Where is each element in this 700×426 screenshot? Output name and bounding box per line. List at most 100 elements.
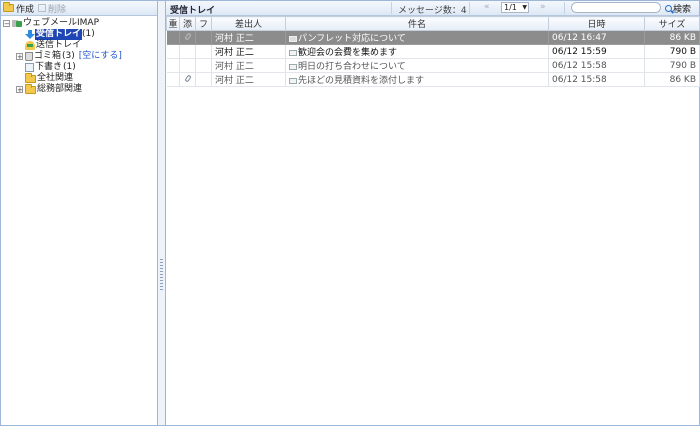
- subject-text: 先ほどの見積資料を添付します: [298, 76, 425, 86]
- folder-tree: − ウェブメールIMAP 受信トレイ (1) 送信トレイ + ゴミ箱 (3) […: [3, 18, 155, 95]
- flag-cell[interactable]: [195, 44, 212, 59]
- left-toolbar: 作成 削除: [1, 1, 157, 16]
- folder-title: 受信トレイ: [170, 6, 216, 16]
- tree-item-folder2-label: 総務部関連: [37, 84, 83, 94]
- column-sender[interactable]: 差出人: [211, 16, 286, 31]
- attachment-cell: [179, 44, 196, 59]
- compose-label: 作成: [16, 4, 35, 15]
- message-row[interactable]: 河村 正二 歓迎会の会費を集めます 06/12 15:59 790 B: [166, 44, 700, 59]
- message-list-header: 重 添 フ 差出人 件名 日時 サイズ: [166, 16, 700, 31]
- chevron-down-icon: ▼: [522, 4, 527, 11]
- search-button[interactable]: 検索: [665, 2, 691, 15]
- tree-item-trash[interactable]: + ゴミ箱 (3) [空にする]: [3, 51, 155, 62]
- column-flag[interactable]: フ: [195, 16, 212, 31]
- envelope-icon: [289, 36, 297, 42]
- page-select-value: 1/1: [504, 3, 517, 12]
- message-row[interactable]: 河村 正二 先ほどの見積資料を添付します 06/12 15:58 86 KB: [166, 72, 700, 87]
- tree-item-sent[interactable]: 送信トレイ: [3, 40, 155, 51]
- envelope-icon: [289, 64, 297, 70]
- message-list: 重 添 フ 差出人 件名 日時 サイズ 河村 正二 パンフレット対応について 0…: [166, 16, 700, 87]
- compose-icon: [3, 2, 14, 12]
- toolbar-separator: [469, 2, 470, 14]
- subject-text: 歓迎会の会費を集めます: [298, 48, 398, 58]
- date-cell: 06/12 15:58: [548, 58, 645, 73]
- attachment-cell: [179, 72, 196, 87]
- tree-item-folder2[interactable]: + 総務部関連: [3, 83, 155, 95]
- folder-pane: 作成 削除 − ウェブメールIMAP 受信トレイ (1) 送信トレイ + ゴミ箱…: [1, 1, 158, 425]
- inbox-icon: [25, 30, 35, 39]
- tree-item-drafts-count: (1): [63, 62, 76, 72]
- important-cell[interactable]: [166, 30, 180, 45]
- toolbar-separator: [391, 2, 392, 14]
- app-frame: 作成 削除 − ウェブメールIMAP 受信トレイ (1) 送信トレイ + ゴミ箱…: [0, 0, 700, 426]
- expand-icon[interactable]: +: [16, 53, 23, 61]
- tree-item-drafts[interactable]: 下書き (1): [3, 62, 155, 73]
- delete-label: 削除: [48, 4, 67, 15]
- message-pane: 受信トレイ メッセージ数：4 « 1/1 ▼ » 検索 重 添 フ 差出人 件名…: [166, 1, 700, 425]
- tree-item-folder1[interactable]: 全社関連: [3, 72, 155, 84]
- column-subject[interactable]: 件名: [285, 16, 549, 31]
- page-select[interactable]: 1/1 ▼: [501, 2, 529, 13]
- subject-cell: パンフレット対応について: [285, 30, 549, 45]
- flag-cell[interactable]: [195, 72, 212, 87]
- pane-splitter[interactable]: [158, 1, 166, 425]
- column-size[interactable]: サイズ: [644, 16, 700, 31]
- important-cell[interactable]: [166, 44, 180, 59]
- size-cell: 790 B: [644, 44, 700, 59]
- message-row[interactable]: 河村 正二 明日の打ち合わせについて 06/12 15:58 790 B: [166, 58, 700, 73]
- subject-cell: 明日の打ち合わせについて: [285, 58, 549, 73]
- splitter-grip-icon[interactable]: [160, 259, 163, 291]
- tree-item-trash-label: ゴミ箱: [34, 51, 62, 61]
- folder-icon: [25, 83, 36, 94]
- sender-cell: 河村 正二: [211, 44, 286, 59]
- compose-button[interactable]: 作成: [3, 2, 34, 15]
- sender-cell: 河村 正二: [211, 30, 286, 45]
- paperclip-icon: [183, 31, 192, 41]
- expand-icon[interactable]: +: [16, 86, 23, 94]
- sender-cell: 河村 正二: [211, 72, 286, 87]
- column-date[interactable]: 日時: [548, 16, 645, 31]
- search-icon: [665, 5, 672, 12]
- tree-item-inbox-count: (1): [82, 29, 95, 39]
- tree-item-inbox-label: 受信トレイ: [35, 29, 83, 40]
- attachment-cell: [179, 58, 196, 73]
- delete-button[interactable]: 削除: [38, 2, 66, 15]
- toolbar-separator: [564, 2, 565, 14]
- search-input[interactable]: [571, 2, 661, 13]
- subject-cell: 歓迎会の会費を集めます: [285, 44, 549, 59]
- empty-trash-link[interactable]: [空にする]: [79, 51, 122, 62]
- tree-root-label: ウェブメールIMAP: [23, 18, 100, 28]
- important-cell[interactable]: [166, 58, 180, 73]
- date-cell: 06/12 16:47: [548, 30, 645, 45]
- flag-cell[interactable]: [195, 58, 212, 73]
- column-important[interactable]: 重: [166, 16, 180, 31]
- mailbox-icon: [12, 19, 22, 28]
- column-attachment[interactable]: 添: [179, 16, 196, 31]
- tree-item-drafts-label: 下書き: [35, 62, 63, 72]
- drafts-icon: [25, 63, 34, 72]
- subject-text: 明日の打ち合わせについて: [298, 62, 406, 72]
- search-button-label: 検索: [673, 5, 692, 15]
- message-row[interactable]: 河村 正二 パンフレット対応について 06/12 16:47 86 KB: [166, 30, 700, 45]
- paperclip-icon: [183, 73, 192, 83]
- trash-icon: [25, 52, 33, 61]
- date-cell: 06/12 15:58: [548, 72, 645, 87]
- message-count: メッセージ数：4: [398, 6, 467, 16]
- subject-text: パンフレット対応について: [298, 34, 406, 44]
- tree-item-trash-count: (3): [62, 51, 75, 61]
- collapse-icon[interactable]: −: [3, 20, 10, 28]
- folder-icon: [25, 72, 36, 83]
- tree-item-inbox[interactable]: 受信トレイ (1): [3, 29, 155, 40]
- size-cell: 86 KB: [644, 30, 700, 45]
- tree-root[interactable]: − ウェブメールIMAP: [3, 18, 155, 29]
- envelope-icon: [289, 50, 297, 56]
- delete-icon: [38, 4, 47, 12]
- flag-cell[interactable]: [195, 30, 212, 45]
- sent-icon: [25, 41, 35, 50]
- subject-cell: 先ほどの見積資料を添付します: [285, 72, 549, 87]
- next-page-button[interactable]: »: [540, 2, 546, 12]
- prev-page-button[interactable]: «: [484, 2, 490, 12]
- important-cell[interactable]: [166, 72, 180, 87]
- sender-cell: 河村 正二: [211, 58, 286, 73]
- envelope-icon: [289, 78, 297, 84]
